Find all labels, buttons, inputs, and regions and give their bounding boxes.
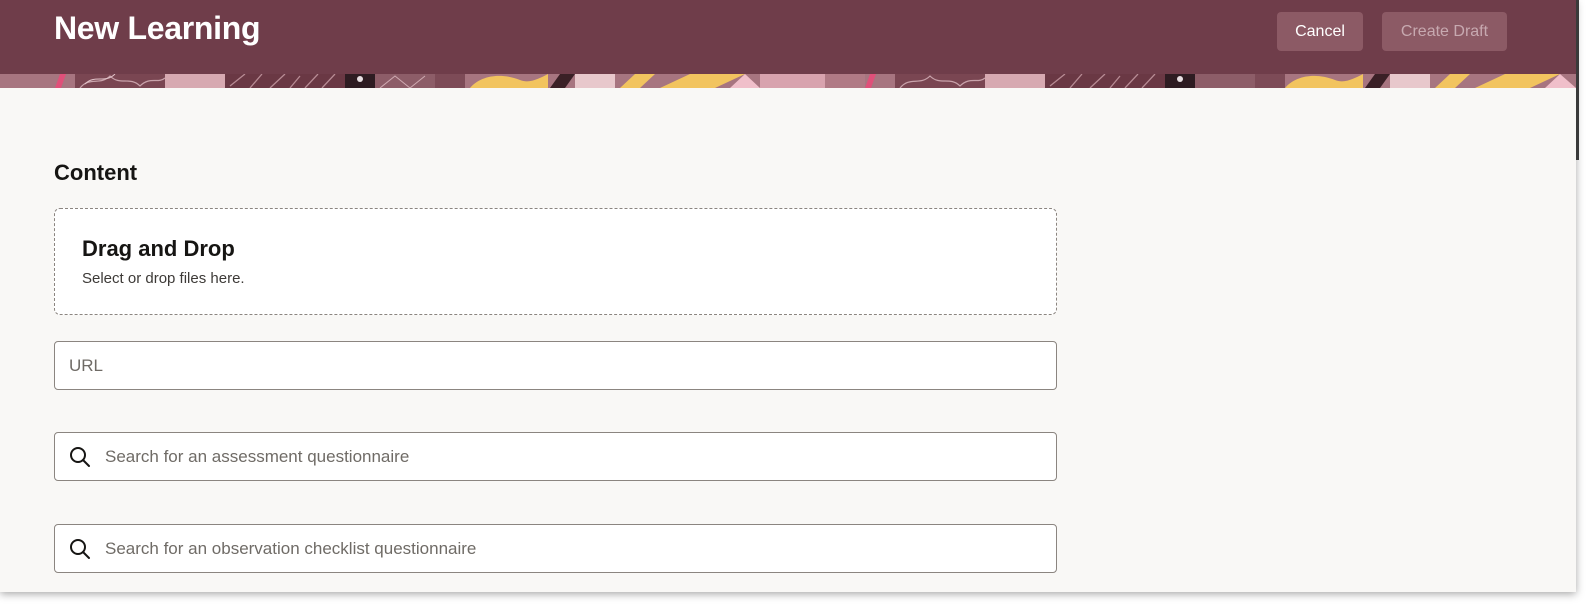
assessment-search-placeholder: Search for an assessment questionnaire xyxy=(105,447,410,466)
search-icon xyxy=(69,446,91,468)
app-window: New Learning Cancel Create Draft Content… xyxy=(0,0,1576,592)
create-draft-button[interactable]: Create Draft xyxy=(1382,12,1507,51)
observation-search-placeholder: Search for an observation checklist ques… xyxy=(105,539,477,558)
file-dropzone[interactable]: Drag and Drop Select or drop files here. xyxy=(54,208,1057,315)
assessment-search-input[interactable]: Search for an assessment questionnaire xyxy=(54,432,1057,481)
url-input[interactable]: URL xyxy=(54,341,1057,390)
cancel-button[interactable]: Cancel xyxy=(1277,12,1363,51)
dropzone-title: Drag and Drop xyxy=(82,236,235,261)
page-header: New Learning Cancel Create Draft xyxy=(0,0,1576,74)
page-title: New Learning xyxy=(54,10,261,46)
decorative-banner xyxy=(0,74,1576,88)
section-title-content: Content xyxy=(54,160,138,185)
url-input-placeholder: URL xyxy=(69,356,104,375)
search-icon xyxy=(69,538,91,560)
window-edge xyxy=(1576,0,1579,160)
dropzone-subtitle: Select or drop files here. xyxy=(82,270,245,287)
observation-search-input[interactable]: Search for an observation checklist ques… xyxy=(54,524,1057,573)
